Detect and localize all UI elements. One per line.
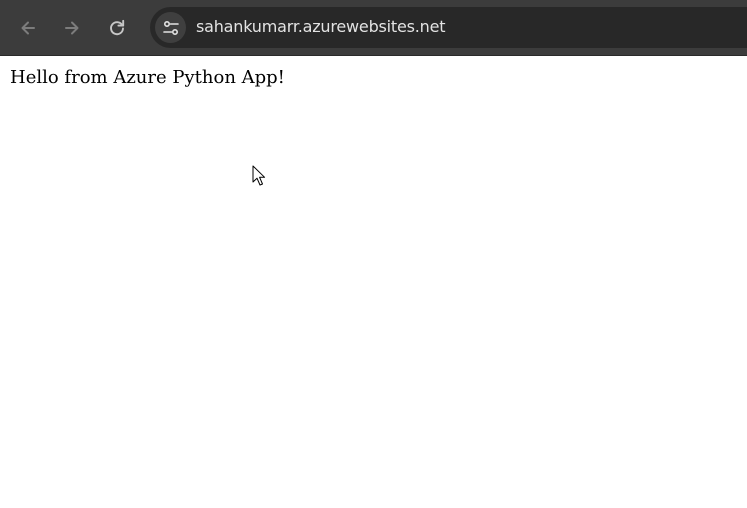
tune-icon bbox=[162, 20, 179, 35]
page-content: Hello from Azure Python App! bbox=[0, 56, 747, 508]
site-info-button[interactable] bbox=[155, 12, 186, 43]
page-body-text: Hello from Azure Python App! bbox=[10, 67, 285, 88]
back-arrow-icon bbox=[21, 21, 35, 35]
address-bar[interactable]: sahankumarr.azurewebsites.net bbox=[150, 7, 747, 48]
reload-button[interactable] bbox=[103, 14, 131, 42]
back-button[interactable] bbox=[14, 14, 42, 42]
browser-toolbar: sahankumarr.azurewebsites.net bbox=[0, 0, 747, 56]
forward-arrow-icon bbox=[65, 21, 79, 35]
forward-button[interactable] bbox=[58, 14, 86, 42]
mouse-pointer-icon bbox=[252, 165, 266, 186]
reload-icon bbox=[110, 19, 125, 36]
url-text[interactable]: sahankumarr.azurewebsites.net bbox=[196, 17, 446, 36]
